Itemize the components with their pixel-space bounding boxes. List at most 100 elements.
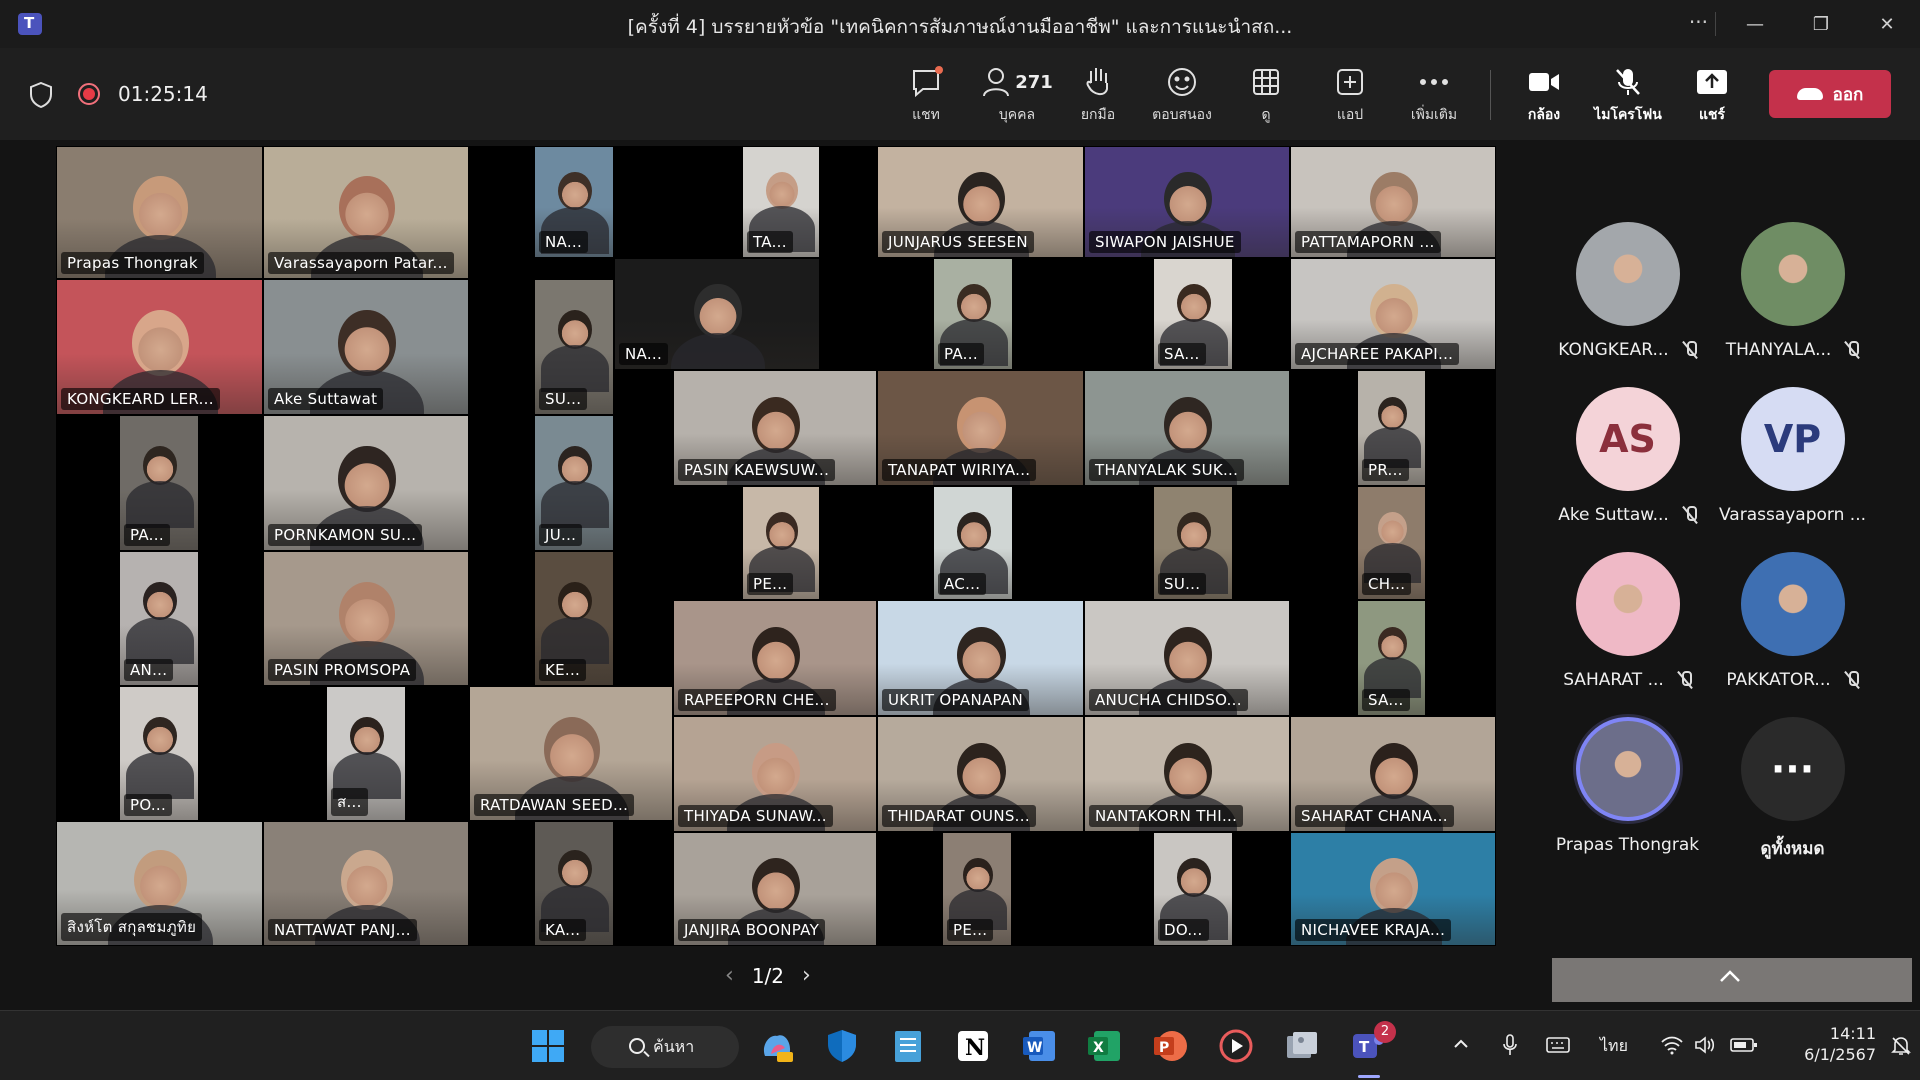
video-tile[interactable]: SIWAPON JAISHUE <box>1084 146 1290 258</box>
taskbar-search[interactable]: ค้นหา <box>591 1026 739 1068</box>
share-button[interactable]: แชร์ <box>1672 62 1752 126</box>
video-tile[interactable]: JANJIRA BOONPAY <box>673 832 877 946</box>
video-tile[interactable]: THANYALAK SUK... <box>1084 370 1290 486</box>
wifi-icon[interactable] <box>1660 1035 1684 1055</box>
restore-icon[interactable]: ❐ <box>1788 0 1854 48</box>
video-tile[interactable]: PR... <box>1357 370 1426 486</box>
roster-participant[interactable]: KONGKEAR... <box>1545 222 1710 360</box>
next-page-icon[interactable]: › <box>802 963 811 988</box>
chevron-up-icon[interactable] <box>1717 964 1743 990</box>
video-tile[interactable]: JUNJARUS SEESEN <box>877 146 1084 258</box>
chat-button[interactable]: แชท <box>886 62 966 126</box>
previous-page-icon[interactable]: ‹ <box>725 963 734 988</box>
video-tile[interactable]: TA... <box>742 146 820 258</box>
window-controls: — ❐ ✕ <box>1722 0 1920 48</box>
video-tile[interactable]: KONGKEARD LER... <box>56 279 263 415</box>
taskbar-clock[interactable]: 14:11 6/1/2567 <box>1780 1023 1876 1065</box>
raise-hand-button[interactable]: ยกมือ <box>1058 62 1138 126</box>
copilot-icon[interactable] <box>759 1028 795 1064</box>
video-tile[interactable]: SU... <box>534 279 614 415</box>
video-tile[interactable]: PE... <box>742 486 820 600</box>
photos-app-icon[interactable] <box>1284 1028 1320 1064</box>
apps-button[interactable]: แอป <box>1310 62 1390 126</box>
minimize-icon[interactable]: — <box>1722 0 1788 48</box>
title-more-icon[interactable]: ··· <box>1689 10 1708 34</box>
more-button[interactable]: เพิ่มเติม <box>1394 62 1474 126</box>
defender-shield-icon[interactable] <box>824 1028 860 1064</box>
video-tile[interactable]: AC... <box>933 486 1013 600</box>
video-tile[interactable]: PORNKAMON SU... <box>263 415 469 551</box>
volume-icon[interactable] <box>1694 1035 1718 1055</box>
video-tile[interactable]: THIDARAT OUNS... <box>877 716 1084 832</box>
video-tile[interactable]: PO... <box>119 686 199 821</box>
input-language[interactable]: ไทย <box>1600 1034 1628 1059</box>
battery-icon[interactable] <box>1730 1035 1758 1055</box>
mic-label: ไมโครโฟน <box>1594 107 1662 123</box>
video-tile[interactable]: Varassayaporn Patar... <box>263 146 469 279</box>
video-tile[interactable]: ส... <box>326 686 406 821</box>
notion-icon[interactable]: N <box>955 1028 991 1064</box>
video-tile[interactable]: TANAPAT WIRIYA... <box>877 370 1084 486</box>
video-tile[interactable]: ANUCHA CHIDSO... <box>1084 600 1290 716</box>
video-tile[interactable]: Ake Suttawat <box>263 279 469 415</box>
video-tile[interactable]: KE... <box>534 551 614 686</box>
people-icon <box>983 68 1010 97</box>
windows-start-icon[interactable] <box>530 1028 566 1064</box>
video-tile[interactable]: NICHAVEE KRAJA... <box>1290 832 1496 946</box>
camera-button[interactable]: กล้อง <box>1504 62 1584 126</box>
video-tile[interactable]: PA... <box>933 258 1013 370</box>
video-tile[interactable]: AN... <box>119 551 199 686</box>
leave-button[interactable]: ออก <box>1769 70 1891 118</box>
video-tile[interactable]: SAHARAT CHANA... <box>1290 716 1496 832</box>
participant-name: NICHAVEE KRAJA... <box>1295 919 1452 941</box>
participant-video <box>339 176 395 241</box>
word-icon[interactable]: W <box>1021 1028 1057 1064</box>
video-tile[interactable]: DO... <box>1153 832 1233 946</box>
video-tile[interactable]: RAPEEPORN CHE... <box>673 600 877 716</box>
video-tile[interactable]: PATTAMAPORN ... <box>1290 146 1496 258</box>
notification-bell-icon[interactable] <box>1890 1035 1912 1057</box>
video-tile[interactable]: สิงห์โต สกุลชมภูทิย <box>56 821 263 946</box>
video-tile[interactable]: Prapas Thongrak <box>56 146 263 279</box>
roster-participant[interactable]: Prapas Thongrak <box>1545 717 1710 855</box>
excel-icon[interactable]: X <box>1086 1028 1122 1064</box>
view-button[interactable]: ดู <box>1226 62 1306 126</box>
video-tile[interactable]: AJCHAREE PAKAPI... <box>1290 258 1496 370</box>
video-tile[interactable]: UKRIT OPANAPAN <box>877 600 1084 716</box>
video-tile[interactable]: SA... <box>1357 600 1426 716</box>
chevron-up-tray-icon[interactable] <box>1452 1035 1470 1053</box>
video-tile[interactable]: RATDAWAN SEED... <box>469 686 673 821</box>
video-tile[interactable]: SU... <box>1153 486 1233 600</box>
keyboard-icon[interactable] <box>1546 1036 1570 1054</box>
video-tile[interactable]: CH... <box>1357 486 1426 600</box>
video-tile[interactable]: NA... <box>534 146 614 258</box>
mic-button[interactable]: ไมโครโฟน <box>1588 62 1668 126</box>
video-tile[interactable]: PASIN PROMSOPA <box>263 551 469 686</box>
roster-participant[interactable]: VP Varassayaporn ... <box>1710 387 1875 525</box>
microphone-icon[interactable] <box>1502 1033 1518 1057</box>
media-player-icon[interactable] <box>1218 1028 1254 1064</box>
video-tile[interactable]: JU... <box>534 415 614 551</box>
video-tile[interactable]: NATTAWAT PANJ... <box>263 821 469 946</box>
video-tile[interactable]: PASIN KAEWSUW... <box>673 370 877 486</box>
roster-participant[interactable]: THANYALA... <box>1710 222 1875 360</box>
roster-participant[interactable]: PAKKATOR... <box>1710 552 1875 690</box>
roster-participant[interactable]: SAHARAT ... <box>1545 552 1710 690</box>
roster-participant[interactable]: AS Ake Suttaw... <box>1545 387 1710 525</box>
video-tile[interactable]: KA... <box>534 821 614 946</box>
participant-video <box>1177 512 1211 551</box>
video-tile[interactable]: PA... <box>119 415 199 551</box>
video-tile[interactable]: PE... <box>942 832 1012 946</box>
self-view-collapsed[interactable] <box>1552 958 1912 1002</box>
close-icon[interactable]: ✕ <box>1854 0 1920 48</box>
notepad-icon[interactable] <box>890 1028 926 1064</box>
view-all-button[interactable]: ··· ดูทั้งหมด <box>1710 717 1875 862</box>
shield-icon[interactable] <box>30 82 52 108</box>
video-tile[interactable]: NANTAKORN THI... <box>1084 716 1290 832</box>
video-tile[interactable]: SA... <box>1153 258 1233 370</box>
react-button[interactable]: ตอบสนอง <box>1142 62 1222 126</box>
people-button[interactable]: 271 บุคคล <box>972 62 1062 126</box>
video-tile[interactable]: NA... <box>614 258 820 370</box>
video-tile[interactable]: THIYADA SUNAW... <box>673 716 877 832</box>
powerpoint-icon[interactable]: P <box>1152 1028 1188 1064</box>
